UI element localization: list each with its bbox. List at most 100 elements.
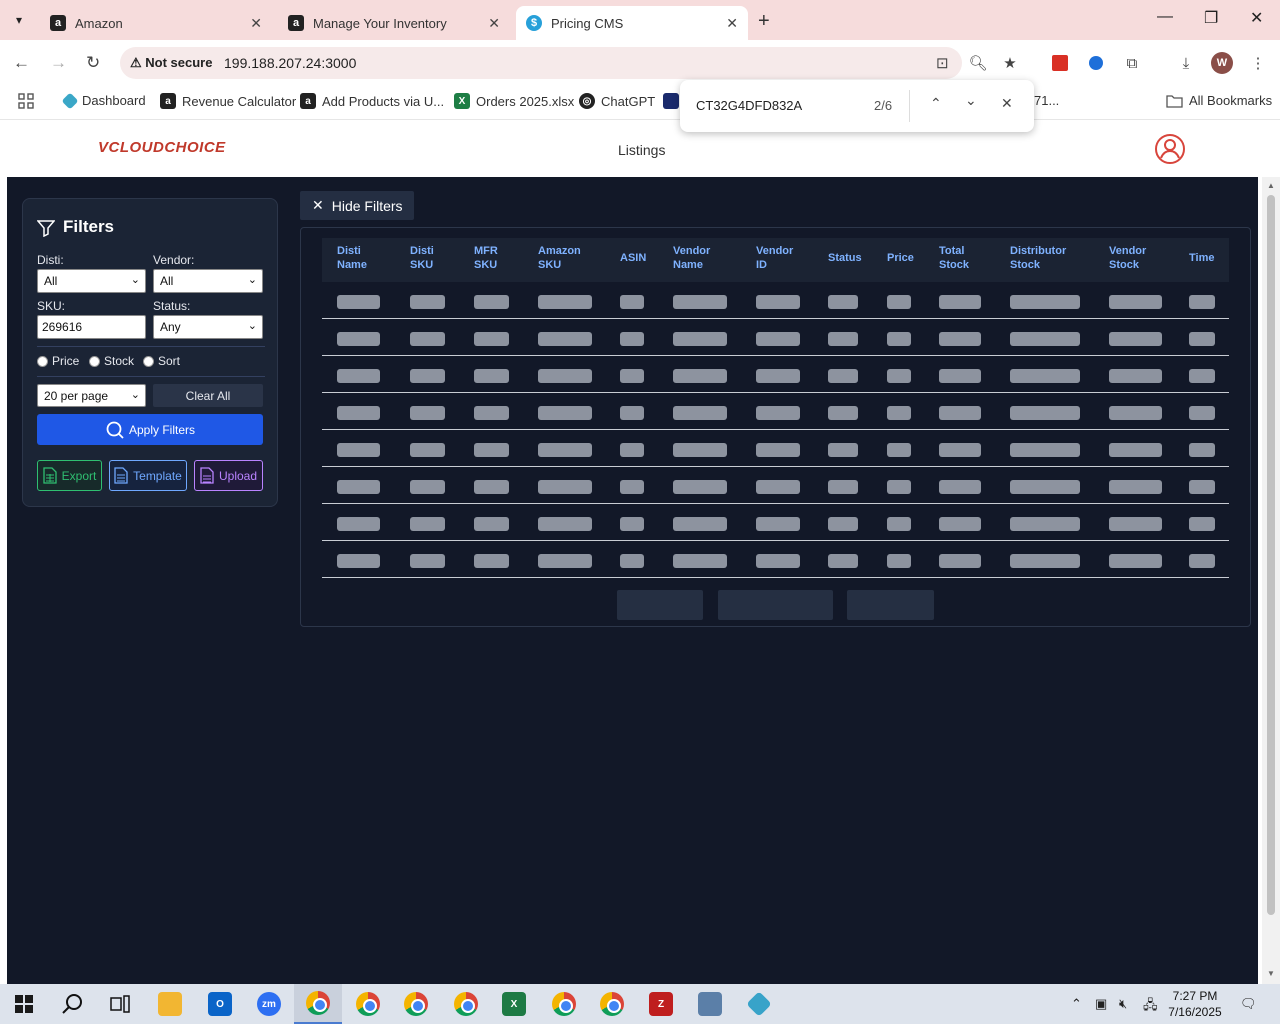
profile-avatar[interactable]: W xyxy=(1211,52,1233,74)
scroll-up-icon[interactable]: ▲ xyxy=(1267,181,1275,190)
back-icon[interactable]: ← xyxy=(13,53,30,73)
column-header[interactable]: ASIN xyxy=(620,251,646,265)
column-header[interactable]: Status xyxy=(828,251,862,265)
all-bookmarks[interactable]: All Bookmarks xyxy=(1166,93,1272,108)
radio-circle[interactable] xyxy=(37,355,48,367)
apply-filters-button[interactable]: Apply Filters xyxy=(37,414,263,445)
zoom-icon[interactable]: 🔍︎ xyxy=(968,53,988,73)
minimize-icon[interactable]: — xyxy=(1157,8,1173,26)
radio-price[interactable]: Price xyxy=(37,354,79,368)
restore-icon[interactable]: ❐ xyxy=(1204,8,1218,28)
per-page-select[interactable]: 20 per page ⌄ xyxy=(37,384,146,407)
pagination-previous-button[interactable] xyxy=(617,590,703,620)
vendor-select[interactable]: All ⌄ xyxy=(153,269,263,293)
scroll-down-icon[interactable]: ▼ xyxy=(1267,969,1275,978)
template-button[interactable]: Template xyxy=(109,460,187,491)
status-select[interactable]: Any ⌄ xyxy=(153,315,263,339)
column-header[interactable]: Vendor Name xyxy=(673,244,710,272)
pagination-next-button[interactable] xyxy=(847,590,934,620)
column-header[interactable]: Disti Name xyxy=(337,244,367,272)
scrollbar-thumb[interactable] xyxy=(1267,195,1275,915)
column-header[interactable]: Vendor ID xyxy=(756,244,793,272)
column-header[interactable]: MFR SKU xyxy=(474,244,498,272)
chrome-profile-icon[interactable] xyxy=(344,984,392,1024)
column-header[interactable]: Time xyxy=(1189,251,1214,265)
bookmark-revenue-calculator[interactable]: a Revenue Calculator xyxy=(160,93,296,109)
chrome-profile-icon[interactable] xyxy=(392,984,440,1024)
upload-button[interactable]: Upload xyxy=(194,460,263,491)
radio-sort[interactable]: Sort xyxy=(143,354,180,368)
find-previous-icon[interactable]: ⌃ xyxy=(930,95,942,112)
column-header[interactable]: Disti SKU xyxy=(410,244,434,272)
clear-all-button[interactable]: Clear All xyxy=(153,384,263,407)
table-row[interactable] xyxy=(322,541,1229,578)
logo[interactable]: VCLOUDCHOICE xyxy=(98,139,226,156)
bookmark-add-products[interactable]: a Add Products via U... xyxy=(300,93,444,109)
calculator-icon[interactable] xyxy=(686,984,734,1024)
forward-icon[interactable]: → xyxy=(50,53,67,73)
search-icon[interactable] xyxy=(48,984,96,1024)
new-tab-icon[interactable]: + xyxy=(758,10,770,33)
filezilla-icon[interactable]: Z xyxy=(637,984,685,1024)
excel-icon[interactable]: X xyxy=(490,984,538,1024)
hide-filters-button[interactable]: ✕ Hide Filters xyxy=(300,191,414,220)
table-row[interactable] xyxy=(322,430,1229,467)
downloads-icon[interactable]: ⤓ xyxy=(1176,53,1196,73)
nav-listings[interactable]: Listings xyxy=(618,142,665,158)
extension-icon[interactable] xyxy=(1086,53,1106,73)
apps-grid-icon[interactable] xyxy=(18,93,34,109)
column-header[interactable]: Vendor Stock xyxy=(1109,244,1146,272)
file-explorer-icon[interactable] xyxy=(146,984,194,1024)
table-row[interactable] xyxy=(322,319,1229,356)
chrome-profile-icon[interactable] xyxy=(588,984,636,1024)
sku-input[interactable]: 269616 xyxy=(37,315,146,339)
radio-stock[interactable]: Stock xyxy=(89,354,134,368)
chrome-icon[interactable] xyxy=(294,984,342,1024)
meet-now-icon[interactable]: ▣ xyxy=(1095,996,1107,1012)
zoom-app-icon[interactable]: zm xyxy=(245,984,293,1024)
menu-kebab-icon[interactable]: ⋮ xyxy=(1248,53,1268,73)
windows-start-icon[interactable] xyxy=(0,984,48,1024)
table-row[interactable] xyxy=(322,282,1229,319)
radio-circle[interactable] xyxy=(143,355,154,367)
tab-close-icon[interactable]: ✕ xyxy=(250,15,262,32)
find-next-icon[interactable]: ⌄ xyxy=(965,92,977,109)
tab-manage-inventory[interactable]: a Manage Your Inventory ✕ xyxy=(278,6,510,40)
task-view-icon[interactable] xyxy=(96,984,144,1024)
find-input[interactable]: CT32G4DFD832A xyxy=(696,98,802,113)
not-secure-indicator[interactable]: ⚠ Not secure xyxy=(130,55,212,71)
find-close-icon[interactable]: ✕ xyxy=(1001,95,1013,112)
pdf-extension-icon[interactable] xyxy=(1050,53,1070,73)
column-header[interactable]: Distributor Stock xyxy=(1010,244,1066,272)
table-row[interactable] xyxy=(322,467,1229,504)
bookmark-chatgpt[interactable]: ◎ ChatGPT xyxy=(579,93,655,109)
bookmark-truncated[interactable]: 71... xyxy=(1034,93,1059,108)
extensions-puzzle-icon[interactable]: ⧉ xyxy=(1122,53,1142,73)
user-account-icon[interactable] xyxy=(1154,133,1186,165)
system-clock[interactable]: 7:27 PM 7/16/2025 xyxy=(1164,988,1226,1020)
bookmark-star-icon[interactable]: ★ xyxy=(1000,53,1020,73)
export-button[interactable]: Export xyxy=(37,460,102,491)
chrome-profile-icon[interactable] xyxy=(442,984,490,1024)
network-icon[interactable]: 🖧︎ xyxy=(1143,996,1158,1018)
outlook-icon[interactable]: O xyxy=(196,984,244,1024)
table-row[interactable] xyxy=(322,393,1229,430)
tab-search-chevron-icon[interactable]: ▾ xyxy=(6,7,32,33)
column-header[interactable]: Price xyxy=(887,251,914,265)
tab-close-icon[interactable]: ✕ xyxy=(726,15,738,32)
volume-muted-icon[interactable]: 🔇︎ xyxy=(1119,996,1127,1012)
bookmark-dashboard[interactable]: Dashboard xyxy=(61,92,146,109)
table-row[interactable] xyxy=(322,504,1229,541)
chrome-profile-icon[interactable] xyxy=(540,984,588,1024)
tab-pricing-cms[interactable]: $ Pricing CMS ✕ xyxy=(516,6,748,40)
address-bar[interactable]: ⚠ Not secure 199.188.207.24:3000 ⊡ xyxy=(120,47,962,79)
tab-amazon[interactable]: a Amazon ✕ xyxy=(40,6,272,40)
page-search-icon[interactable]: ⊡ xyxy=(936,54,949,72)
column-header[interactable]: Total Stock xyxy=(939,244,969,272)
reload-icon[interactable]: ↻ xyxy=(86,53,100,73)
notifications-icon[interactable]: 🗨︎ xyxy=(1240,996,1257,1012)
tab-close-icon[interactable]: ✕ xyxy=(488,15,500,32)
close-window-icon[interactable]: ✕ xyxy=(1250,8,1263,28)
column-header[interactable]: Amazon SKU xyxy=(538,244,581,272)
radio-circle[interactable] xyxy=(89,355,100,367)
